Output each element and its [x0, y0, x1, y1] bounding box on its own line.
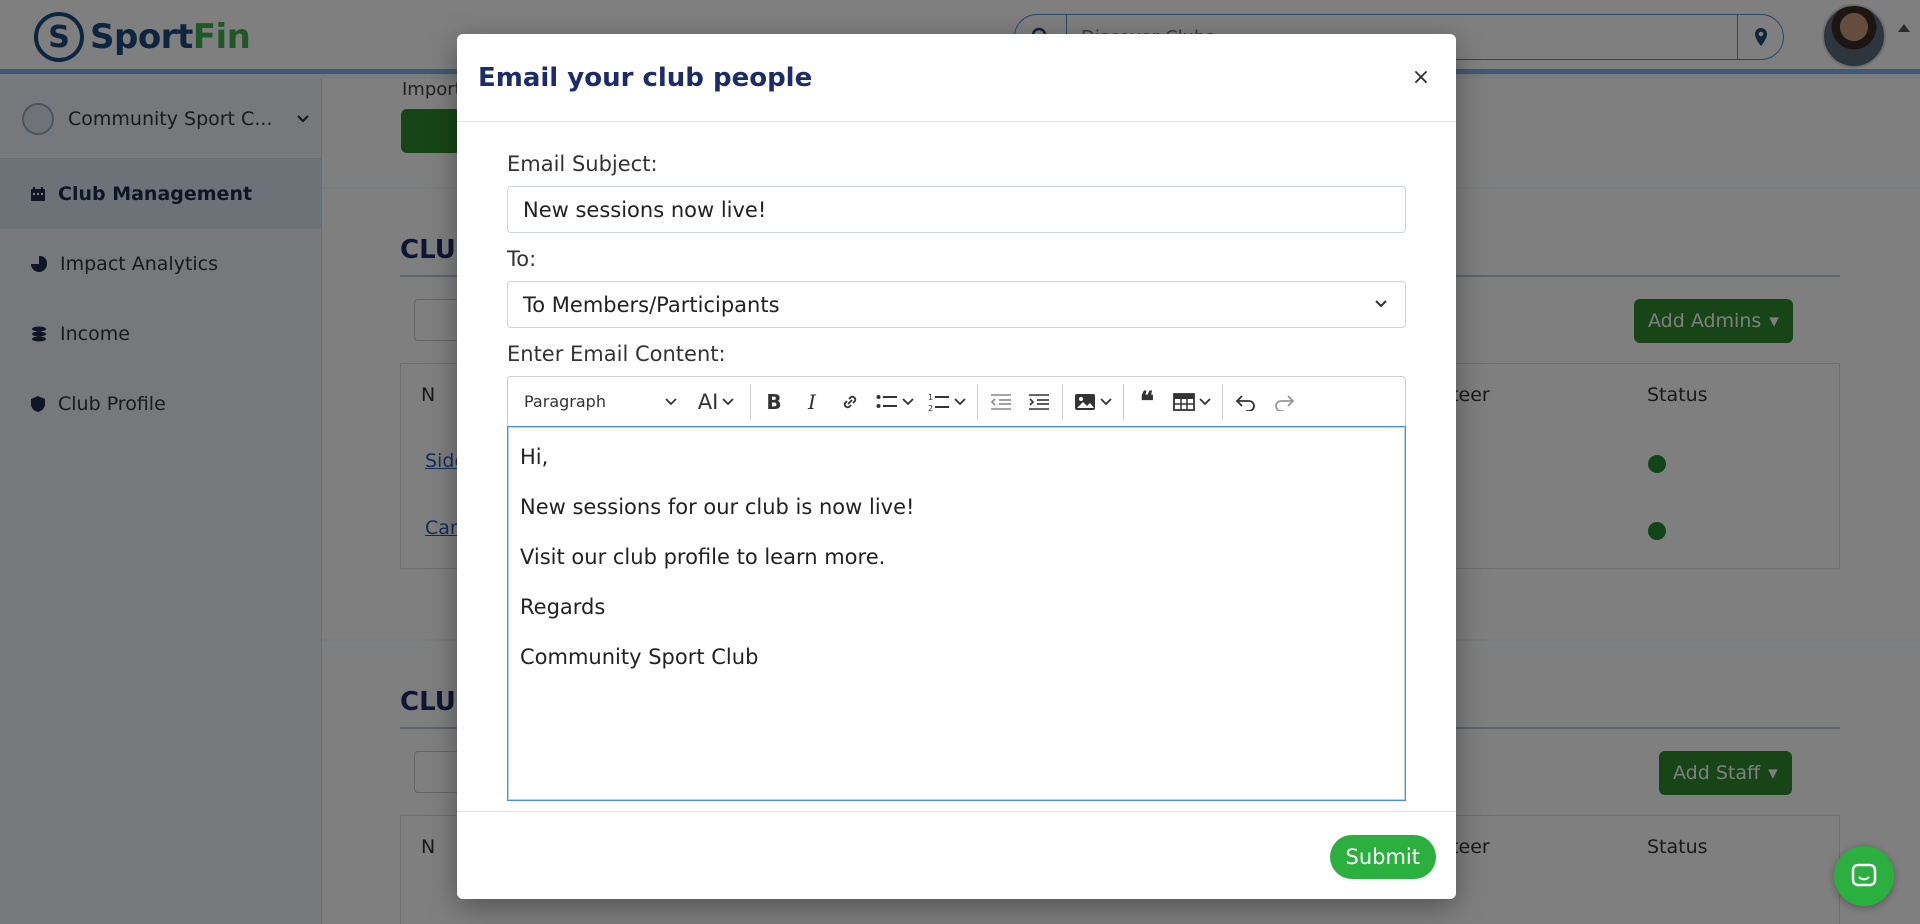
- email-subject-input[interactable]: [507, 186, 1406, 233]
- rich-text-editor: Paragraph AI B I 12 ❝ Hi, New sessions f…: [507, 376, 1406, 801]
- font-size-icon: AI: [697, 389, 719, 414]
- chevron-down-icon: [665, 397, 677, 405]
- chat-support-button[interactable]: [1834, 846, 1894, 906]
- close-icon[interactable]: ×: [1406, 63, 1436, 93]
- paragraph-style-label: Paragraph: [524, 392, 606, 411]
- chevron-down-icon: [1100, 397, 1112, 405]
- chevron-down-icon: [954, 397, 966, 405]
- modal-body: Email Subject: To: To Members/Participan…: [457, 152, 1456, 801]
- link-icon[interactable]: [831, 383, 869, 421]
- outdent-icon[interactable]: [982, 383, 1020, 421]
- content-line: Regards: [520, 595, 606, 619]
- numbered-list-icon[interactable]: 12: [921, 383, 973, 421]
- content-label: Enter Email Content:: [507, 342, 726, 366]
- blockquote-icon[interactable]: ❝: [1128, 383, 1166, 421]
- modal-header: Email your club people ×: [457, 34, 1456, 122]
- bulleted-list-icon[interactable]: [869, 383, 921, 421]
- content-line: Hi,: [520, 445, 549, 469]
- chevron-down-icon: [722, 397, 734, 405]
- chevron-down-icon: [902, 397, 914, 405]
- modal-footer: Submit: [457, 811, 1456, 899]
- toolbar-divider: [1123, 383, 1124, 420]
- italic-icon[interactable]: I: [793, 383, 831, 421]
- modal-title: Email your club people: [478, 62, 813, 93]
- chat-icon: [1851, 863, 1877, 887]
- font-size-dropdown[interactable]: AI: [686, 383, 746, 421]
- paragraph-style-dropdown[interactable]: Paragraph: [516, 383, 686, 421]
- toolbar-divider: [750, 383, 751, 420]
- recipients-selected-value: To Members/Participants: [523, 292, 780, 317]
- chevron-down-icon: [1375, 300, 1387, 308]
- chevron-down-icon: [1199, 397, 1211, 405]
- undo-icon[interactable]: [1227, 383, 1265, 421]
- bold-icon[interactable]: B: [755, 383, 793, 421]
- insert-image-icon[interactable]: [1067, 383, 1119, 421]
- indent-icon[interactable]: [1020, 383, 1058, 421]
- email-content-editor[interactable]: Hi, New sessions for our club is now liv…: [507, 426, 1406, 801]
- toolbar-divider: [977, 383, 978, 420]
- to-label: To:: [507, 247, 537, 271]
- toolbar-divider: [1222, 383, 1223, 420]
- recipients-select[interactable]: To Members/Participants: [507, 281, 1406, 328]
- editor-toolbar: Paragraph AI B I 12 ❝: [507, 376, 1406, 426]
- svg-text:1: 1: [928, 393, 933, 402]
- content-line: Community Sport Club: [520, 645, 759, 669]
- email-modal: Email your club people × Email Subject: …: [457, 34, 1456, 899]
- subject-label: Email Subject:: [507, 152, 658, 176]
- insert-table-icon[interactable]: [1166, 383, 1218, 421]
- content-line: Visit our club profile to learn more.: [520, 545, 886, 569]
- svg-text:2: 2: [928, 404, 933, 412]
- toolbar-divider: [1062, 383, 1063, 420]
- submit-button[interactable]: Submit: [1329, 835, 1436, 879]
- content-line: New sessions for our club is now live!: [520, 495, 915, 519]
- redo-icon[interactable]: [1265, 383, 1303, 421]
